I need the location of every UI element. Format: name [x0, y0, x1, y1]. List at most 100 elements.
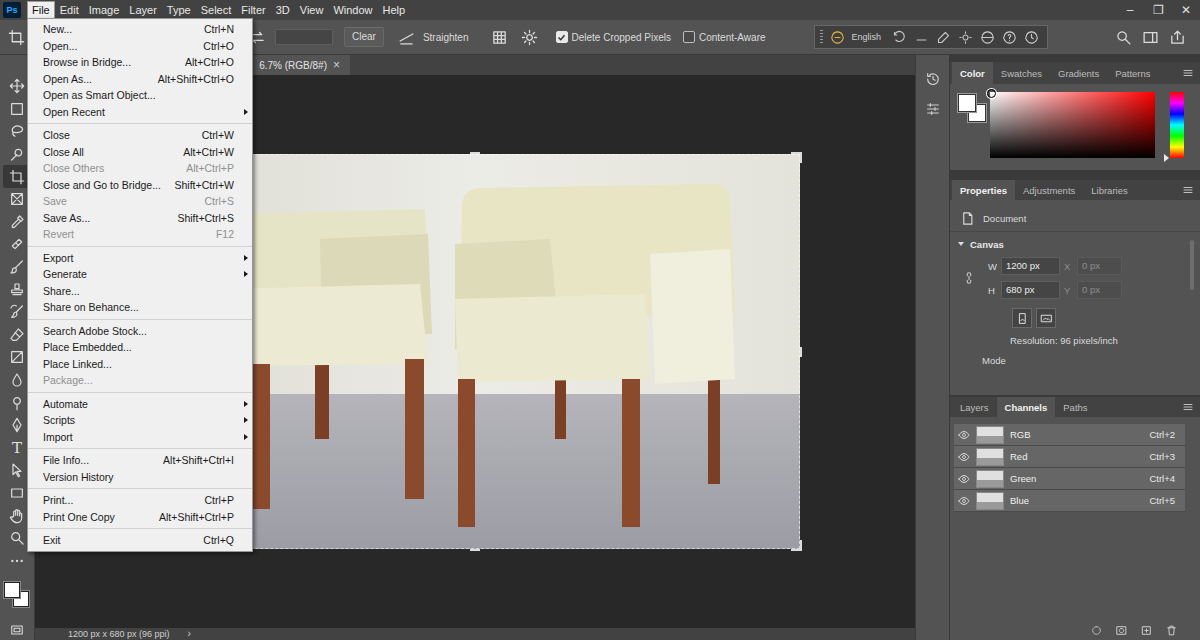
panel-tab[interactable]: Patterns: [1107, 62, 1158, 84]
color-marker[interactable]: [987, 89, 996, 98]
panel-menu-icon[interactable]: [1182, 184, 1194, 196]
help-icon[interactable]: [1002, 30, 1017, 45]
panel-tab[interactable]: Adjustments: [1015, 180, 1083, 200]
history-icon[interactable]: [925, 71, 941, 87]
menu-item[interactable]: CloseCtrl+W: [28, 127, 252, 144]
status-menu-button[interactable]: ›: [188, 629, 191, 639]
channel-row[interactable]: RGBCtrl+2: [954, 424, 1185, 446]
expand-icon[interactable]: [958, 242, 964, 246]
menu-item[interactable]: Version History: [28, 469, 252, 486]
browser-icon[interactable]: [980, 30, 995, 45]
clock-icon[interactable]: [1024, 30, 1039, 45]
hue-marker[interactable]: [1164, 154, 1169, 162]
field-input[interactable]: 680 px: [1001, 281, 1060, 299]
menu-item[interactable]: Print One CopyAlt+Shift+Ctrl+P: [28, 509, 252, 526]
menu-item[interactable]: Open Recent: [28, 104, 252, 121]
workspace-icon[interactable]: [1142, 29, 1159, 46]
menu-bar-item[interactable]: Layer: [124, 1, 162, 19]
search-icon[interactable]: [1115, 29, 1132, 46]
ime-icon[interactable]: [830, 30, 845, 45]
grid-icon[interactable]: [491, 29, 508, 46]
menu-bar-item[interactable]: View: [295, 1, 329, 19]
undo-icon[interactable]: [892, 30, 907, 45]
menu-bar-item[interactable]: Filter: [236, 1, 270, 19]
panel-menu-icon[interactable]: [1182, 67, 1194, 79]
visibility-toggle[interactable]: [954, 495, 974, 507]
panel-tab[interactable]: Libraries: [1083, 180, 1135, 200]
menu-item[interactable]: Automate: [28, 396, 252, 413]
menu-item[interactable]: Open...Ctrl+O: [28, 38, 252, 55]
menu-item[interactable]: Print...Ctrl+P: [28, 492, 252, 509]
window-control-button[interactable]: –: [1116, 0, 1144, 20]
window-control-button[interactable]: ❐: [1144, 0, 1172, 20]
visibility-toggle[interactable]: [954, 429, 974, 441]
menu-item[interactable]: ExitCtrl+Q: [28, 532, 252, 549]
menu-bar-item[interactable]: Select: [196, 1, 237, 19]
menu-bar-item[interactable]: 3D: [271, 1, 295, 19]
menu-item[interactable]: Search Adobe Stock...: [28, 323, 252, 340]
menu-item[interactable]: Open as Smart Object...: [28, 87, 252, 104]
straighten-label[interactable]: Straighten: [423, 32, 469, 43]
menu-bar-item[interactable]: File: [27, 1, 55, 19]
panel-tab[interactable]: Layers: [952, 397, 997, 417]
checkbox-box[interactable]: [556, 31, 568, 43]
saturation-field[interactable]: [990, 92, 1155, 158]
visibility-toggle[interactable]: [954, 473, 974, 485]
pencil-icon[interactable]: [936, 30, 951, 45]
menu-item[interactable]: Place Linked...: [28, 356, 252, 373]
panel-tab[interactable]: Gradients: [1050, 62, 1107, 84]
visibility-toggle[interactable]: [954, 451, 974, 463]
selection-icon[interactable]: [1090, 624, 1103, 637]
menu-item[interactable]: Close and Go to Bridge...Shift+Ctrl+W: [28, 177, 252, 194]
crop-handle[interactable]: [800, 347, 802, 357]
menu-item[interactable]: Place Embedded...: [28, 339, 252, 356]
trash-icon[interactable]: [1165, 624, 1178, 637]
gear-icon[interactable]: [521, 29, 538, 46]
menu-item[interactable]: Share on Behance...: [28, 299, 252, 316]
clear-button[interactable]: Clear: [344, 27, 384, 47]
photoshop-logo[interactable]: Ps: [3, 2, 21, 18]
menu-item[interactable]: Save As...Shift+Ctrl+S: [28, 210, 252, 227]
crop-handle[interactable]: [470, 549, 480, 551]
minimize-icon[interactable]: [914, 30, 929, 45]
menu-item[interactable]: Import: [28, 429, 252, 446]
grip-handle[interactable]: [820, 30, 823, 44]
panel-tab[interactable]: Color: [952, 62, 993, 84]
new-channel-icon[interactable]: [1140, 624, 1153, 637]
menu-bar-item[interactable]: Type: [162, 1, 196, 19]
menu-bar-item[interactable]: Edit: [55, 1, 84, 19]
menu-item[interactable]: Close AllAlt+Ctrl+W: [28, 144, 252, 161]
channel-row[interactable]: GreenCtrl+4: [954, 468, 1185, 490]
menu-item[interactable]: Scripts: [28, 412, 252, 429]
share-icon[interactable]: [1169, 29, 1186, 46]
crop-handle[interactable]: [470, 152, 480, 154]
field-input[interactable]: 1200 px: [1001, 257, 1060, 275]
menu-item[interactable]: Generate: [28, 266, 252, 283]
option-checkbox[interactable]: Content-Aware: [683, 31, 766, 43]
panel-tab[interactable]: Channels: [997, 397, 1056, 417]
settings-icon[interactable]: [958, 30, 973, 45]
ratio-field[interactable]: [275, 29, 333, 45]
hue-slider[interactable]: [1170, 92, 1184, 158]
landscape-button[interactable]: [1036, 308, 1056, 328]
panel-tab[interactable]: Paths: [1055, 397, 1095, 417]
portrait-button[interactable]: [1012, 308, 1032, 328]
panel-tab[interactable]: Properties: [952, 180, 1015, 200]
menu-item[interactable]: Export: [28, 250, 252, 267]
language-label[interactable]: English: [852, 32, 882, 42]
panel-menu-icon[interactable]: [1182, 401, 1194, 413]
menu-bar-item[interactable]: Help: [378, 1, 411, 19]
scrollbar[interactable]: [1190, 240, 1194, 290]
menu-item[interactable]: Open As...Alt+Shift+Ctrl+O: [28, 71, 252, 88]
channel-row[interactable]: RedCtrl+3: [954, 446, 1185, 468]
menu-item[interactable]: New...Ctrl+N: [28, 21, 252, 38]
option-checkbox[interactable]: Delete Cropped Pixels: [556, 31, 672, 43]
link-icon[interactable]: [962, 271, 976, 285]
foreground-swatch[interactable]: [958, 94, 976, 112]
crop-handle[interactable]: [791, 540, 802, 551]
sliders-icon[interactable]: [925, 101, 941, 117]
crop-icon[interactable]: [8, 29, 25, 46]
menu-item[interactable]: File Info...Alt+Shift+Ctrl+I: [28, 452, 252, 469]
section-header[interactable]: Canvas: [950, 232, 1200, 254]
panel-tab[interactable]: Swatches: [993, 62, 1050, 84]
